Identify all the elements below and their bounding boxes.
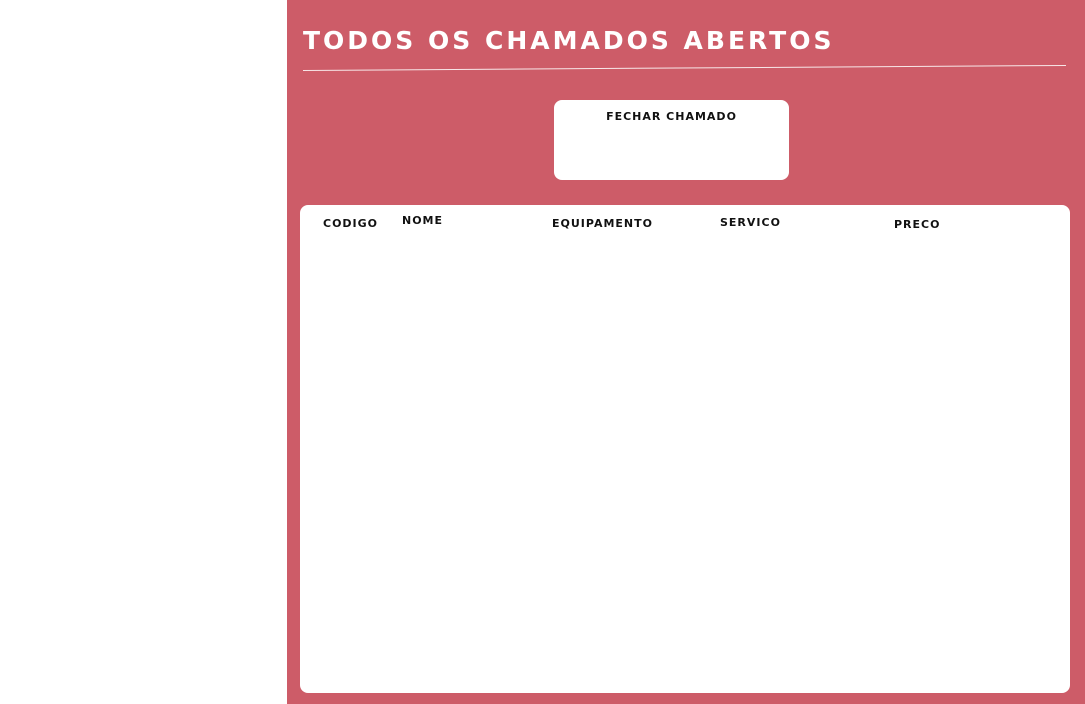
close-ticket-label: Fechar Chamado (606, 110, 737, 123)
column-header-preco[interactable]: Preco (894, 218, 940, 231)
tickets-table: Codigo Nome Equipamento Servico Preco (300, 205, 1070, 693)
close-ticket-panel[interactable]: Fechar Chamado (554, 100, 789, 180)
main-content: Todos os Chamados Abertos Fechar Chamado… (287, 0, 1085, 704)
column-header-equipamento[interactable]: Equipamento (552, 217, 653, 230)
column-header-codigo[interactable]: Codigo (323, 217, 378, 230)
column-header-servico[interactable]: Servico (720, 216, 781, 229)
title-divider (302, 64, 1066, 71)
column-header-nome[interactable]: Nome (402, 214, 443, 227)
sidebar (0, 0, 287, 704)
page-title: Todos os Chamados Abertos (303, 26, 835, 55)
